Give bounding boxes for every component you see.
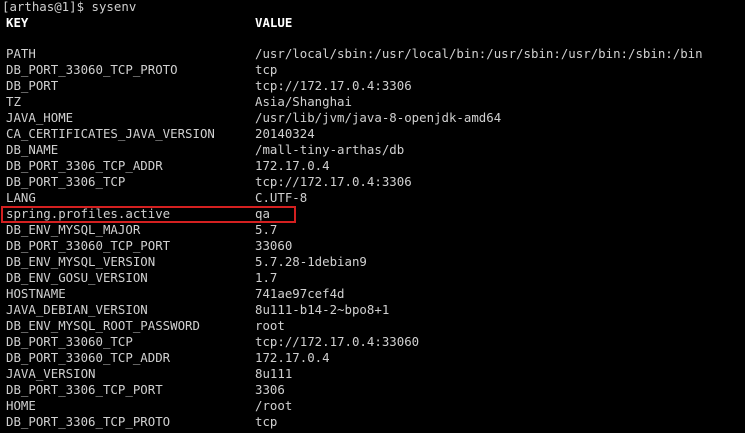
- env-key: TZ: [6, 94, 21, 109]
- env-key: DB_PORT: [6, 78, 59, 93]
- table-row: DB_ENV_MYSQL_ROOT_PASSWORD root: [0, 318, 745, 334]
- env-value: /usr/local/sbin:/usr/local/bin:/usr/sbin…: [255, 46, 703, 61]
- env-value: 5.7: [255, 222, 278, 237]
- env-key: DB_PORT_3306_TCP_ADDR: [6, 158, 163, 173]
- table-row: LANG C.UTF-8: [0, 190, 745, 206]
- terminal-window[interactable]: [arthas@1]$ sysenv KEY VALUE PATH/usr/lo…: [0, 0, 745, 433]
- env-value: 741ae97cef4d: [255, 286, 345, 301]
- table-row-highlighted: spring.profiles.active qa: [0, 206, 745, 222]
- table-row: HOME/root: [0, 398, 745, 414]
- env-key: DB_PORT_3306_TCP: [6, 174, 126, 189]
- env-value: /usr/lib/jvm/java-8-openjdk-amd64: [255, 110, 502, 125]
- table-row: DB_PORT_3306_TCP_ADDR 172.17.0.4: [0, 158, 745, 174]
- env-key: JAVA_VERSION: [6, 366, 96, 381]
- table-row: DB_PORT_33060_TCP_ADDR 172.17.0.4: [0, 350, 745, 366]
- env-key: DB_ENV_MYSQL_VERSION: [6, 254, 156, 269]
- env-value: tcp: [255, 414, 278, 429]
- table-row: DB_PORT_33060_TCP_PROTO tcp: [0, 62, 745, 78]
- env-key: CA_CERTIFICATES_JAVA_VERSION: [6, 126, 215, 141]
- table-row: DB_PORT_3306_TCP_PROTO tcp: [0, 414, 745, 430]
- env-value: tcp://172.17.0.4:3306: [255, 174, 412, 189]
- env-value: tcp://172.17.0.4:33060: [255, 334, 420, 349]
- table-row: DB_PORT_3306_TCP_PORT 3306: [0, 382, 745, 398]
- env-value: 1.7: [255, 270, 278, 285]
- env-value: tcp://172.17.0.4:3306: [255, 78, 412, 93]
- env-key: JAVA_HOME: [6, 110, 74, 125]
- env-key: DB_PORT_33060_TCP_ADDR: [6, 350, 171, 365]
- env-key: HOME: [6, 398, 36, 413]
- env-key: DB_ENV_GOSU_VERSION: [6, 270, 148, 285]
- env-value: 20140324: [255, 126, 315, 141]
- env-key: LANG: [6, 190, 36, 205]
- table-row: DB_ENV_MYSQL_MAJOR 5.7: [0, 222, 745, 238]
- env-value: Asia/Shanghai: [255, 94, 352, 109]
- env-key: DB_PORT_33060_TCP: [6, 334, 133, 349]
- env-key: JAVA_DEBIAN_VERSION: [6, 302, 148, 317]
- env-value: 5.7.28-1debian9: [255, 254, 367, 269]
- table-row: DB_NAME/mall-tiny-arthas/db: [0, 142, 745, 158]
- table-header: KEY VALUE: [0, 15, 745, 31]
- env-key: HOSTNAME: [6, 286, 66, 301]
- env-key: DB_PORT_33060_TCP_PORT: [6, 238, 171, 253]
- table-row: JAVA_DEBIAN_VERSION 8u111-b14-2~bpo8+1: [0, 302, 745, 318]
- table-row: DB_PORT_33060_TCP_PORT 33060: [0, 238, 745, 254]
- table-row: DB_PORT_3306_TCP tcp://172.17.0.4:3306: [0, 174, 745, 190]
- env-value: tcp: [255, 62, 278, 77]
- env-value: 33060: [255, 238, 293, 253]
- env-key: DB_PORT_33060_TCP_PROTO: [6, 62, 178, 77]
- env-value: 172.17.0.4: [255, 158, 330, 173]
- env-key: DB_ENV_MYSQL_ROOT_PASSWORD: [6, 318, 200, 333]
- table-row: TZ Asia/Shanghai: [0, 94, 745, 110]
- env-value: root: [255, 318, 285, 333]
- env-key: DB_PORT_3306_TCP_PORT: [6, 382, 163, 397]
- header-value-label: VALUE: [255, 15, 293, 30]
- table-row: HOSTNAME 741ae97cef4d: [0, 286, 745, 302]
- sysenv-table: PATH/usr/local/sbin:/usr/local/bin:/usr/…: [0, 46, 745, 430]
- command-prompt-line: [arthas@1]$ sysenv: [2, 0, 137, 14]
- env-key: DB_ENV_MYSQL_MAJOR: [6, 222, 141, 237]
- table-row: DB_PORT_33060_TCP tcp://172.17.0.4:33060: [0, 334, 745, 350]
- table-row: DB_ENV_MYSQL_VERSION 5.7.28-1debian9: [0, 254, 745, 270]
- env-key: PATH: [6, 46, 36, 61]
- env-value: 172.17.0.4: [255, 350, 330, 365]
- table-row: DB_ENV_GOSU_VERSION 1.7: [0, 270, 745, 286]
- env-value: qa: [255, 206, 270, 221]
- table-row: JAVA_HOME/usr/lib/jvm/java-8-openjdk-amd…: [0, 110, 745, 126]
- env-value: C.UTF-8: [255, 190, 308, 205]
- env-value: /mall-tiny-arthas/db: [255, 142, 405, 157]
- table-row: DB_PORT tcp://172.17.0.4:3306: [0, 78, 745, 94]
- env-value: 3306: [255, 382, 285, 397]
- env-value: /root: [255, 398, 293, 413]
- env-key: spring.profiles.active: [6, 206, 171, 221]
- env-value: 8u111: [255, 366, 293, 381]
- table-row: CA_CERTIFICATES_JAVA_VERSION 20140324: [0, 126, 745, 142]
- env-key: DB_NAME: [6, 142, 59, 157]
- env-value: 8u111-b14-2~bpo8+1: [255, 302, 390, 317]
- table-row: JAVA_VERSION 8u111: [0, 366, 745, 382]
- env-key: DB_PORT_3306_TCP_PROTO: [6, 414, 171, 429]
- header-key-label: KEY: [6, 15, 29, 30]
- table-row: PATH/usr/local/sbin:/usr/local/bin:/usr/…: [0, 46, 745, 62]
